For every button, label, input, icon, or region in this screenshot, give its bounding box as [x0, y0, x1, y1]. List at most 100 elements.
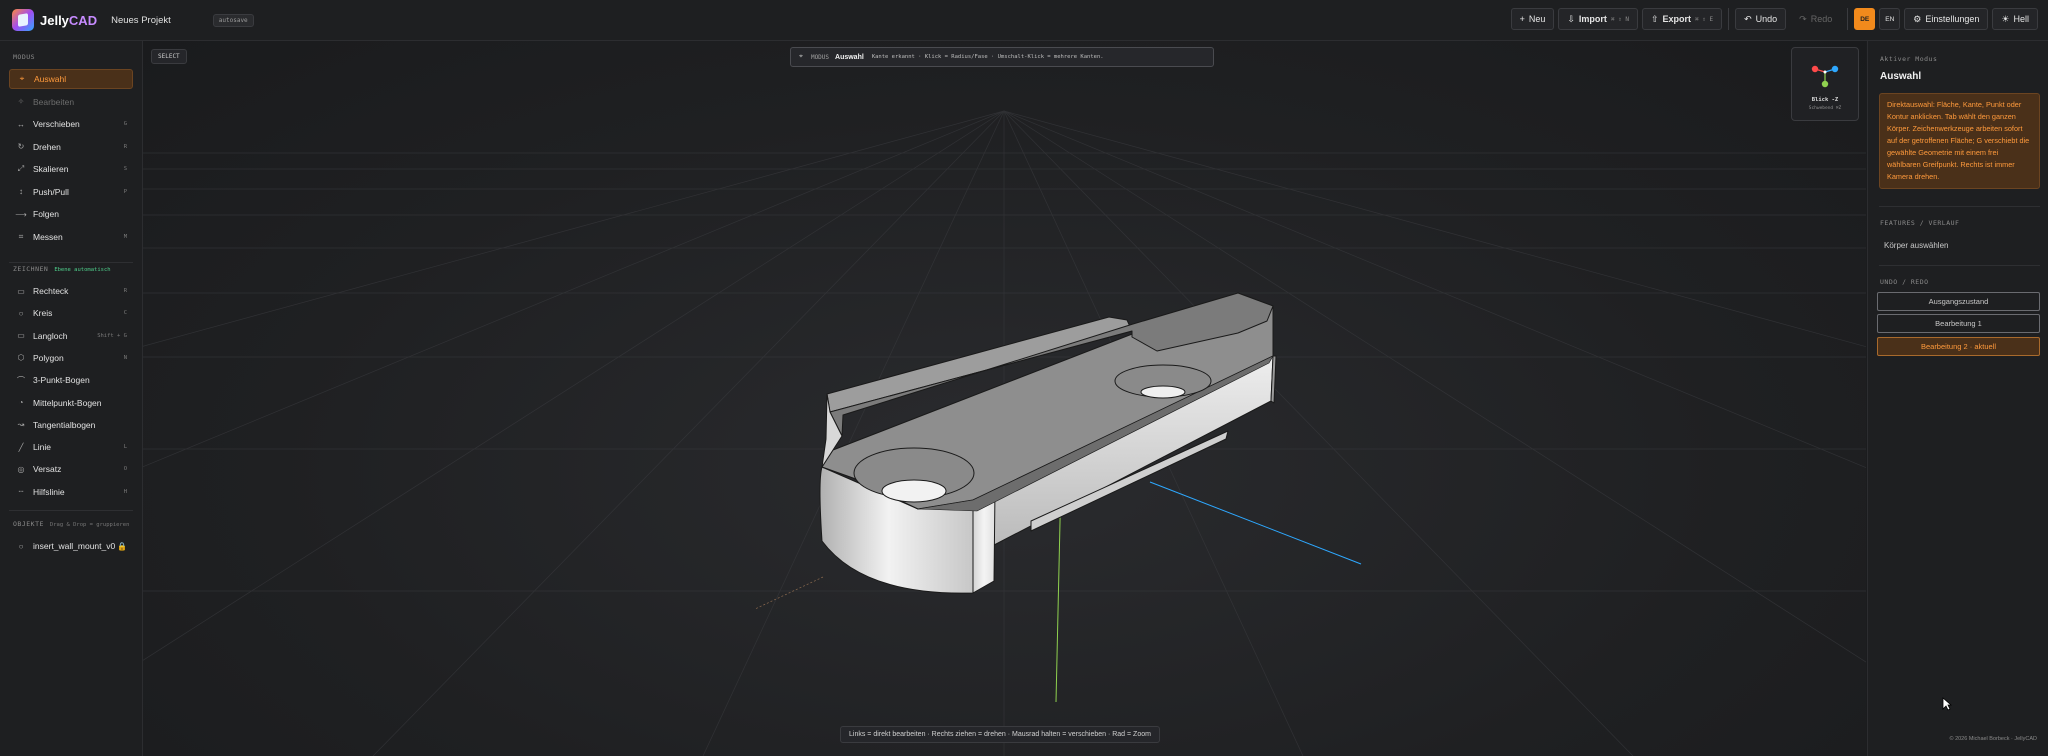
app-name: JellyCAD	[40, 12, 98, 28]
object-icon: ○	[18, 541, 24, 551]
autosave-badge: autosave	[212, 13, 254, 27]
shortcut-key: S	[123, 166, 127, 172]
draw-tool-langloch[interactable]: ▭ Langloch Shift + G	[9, 326, 133, 346]
mode-label: Messen	[33, 231, 63, 242]
objects-section-hint: Drag & Drop = gruppieren	[49, 522, 130, 528]
mode-folgen[interactable]: ⟶ Folgen	[9, 204, 133, 224]
draw-tool-versatz[interactable]: ◎ Versatz O	[9, 459, 133, 479]
sidebar-divider	[9, 510, 133, 511]
draw-tool-mittelpunkt-bogen[interactable]: ◔ Mittelpunkt-Bogen	[9, 393, 133, 413]
toolbar-separator	[1847, 8, 1849, 30]
history-item[interactable]: Ausgangszustand	[1877, 292, 2040, 311]
mode-auswahl[interactable]: ⌖ Auswahl	[9, 69, 133, 89]
mode-skalieren[interactable]: ⤢ Skalieren S	[9, 159, 133, 179]
jellycad-logo-icon	[12, 9, 34, 31]
features-label: FEATURES / VERLAUF	[1880, 219, 1960, 227]
panel-divider	[1879, 206, 2040, 207]
object-label: insert_wall_mount_v0	[33, 541, 116, 551]
z-axis-line	[1149, 481, 1362, 565]
mode-label: Bearbeiten	[33, 96, 75, 107]
mode-messen[interactable]: ⌗ Messen M	[9, 227, 133, 247]
guide-line-icon: ┄	[18, 487, 24, 497]
undo-icon: ↶	[1744, 13, 1752, 24]
lang-de-button[interactable]: DE	[1854, 8, 1876, 30]
view-cube[interactable]: Blick -Z Schwebend ⌘Z	[1791, 47, 1859, 121]
shortcut-key: N	[123, 354, 127, 361]
edit-icon: ✧	[17, 97, 25, 106]
draw-tool-polygon[interactable]: ⬡ Polygon N	[9, 348, 133, 368]
scale-icon: ⤢	[17, 164, 25, 173]
history-label: UNDO / REDO	[1880, 278, 1929, 286]
new-button[interactable]: + Neu	[1510, 8, 1555, 30]
draw-tool-linie[interactable]: ╱ Linie L	[9, 437, 133, 457]
lang-en-button[interactable]: EN	[1879, 8, 1901, 30]
offset-icon: ◎	[17, 464, 25, 474]
draw-section-title: ZEICHNEN Ebene automatisch	[13, 265, 111, 273]
theme-toggle-button[interactable]: ☀ Hell	[1992, 8, 2038, 30]
mode-push-pull[interactable]: ↕ Push/Pull P	[9, 182, 133, 202]
features-empty-text: Körper auswählen	[1884, 241, 1949, 250]
arc-3point-icon: ⌒	[17, 375, 25, 385]
mode-label: Auswahl	[34, 74, 67, 84]
draw-tool-label: Linie	[33, 442, 51, 453]
follow-icon: ⟶	[15, 209, 27, 219]
redo-button[interactable]: ↷ Redo	[1790, 8, 1841, 30]
pointer-icon: ⌖	[19, 74, 25, 83]
circle-icon: ○	[18, 308, 24, 318]
draw-tool-tangentialbogen[interactable]: ↝ Tangentialbogen	[9, 415, 133, 435]
undo-button[interactable]: ↶ Undo	[1735, 8, 1787, 30]
app-logo[interactable]: JellyCAD	[12, 9, 97, 31]
3d-viewport[interactable]: SELECT ⌖ MODUS Auswahl Kante erkannt · K…	[143, 41, 1866, 756]
shortcut-key: G	[123, 121, 127, 127]
draw-section-hint: Ebene automatisch	[54, 267, 111, 273]
slot-icon: ▭	[17, 331, 25, 341]
redo-icon: ↷	[1799, 13, 1807, 24]
x-axis-line	[754, 576, 824, 610]
selection-mode-tag: SELECT	[151, 49, 187, 64]
draw-tool-label: Langloch	[33, 330, 68, 341]
arc-tangent-icon: ↝	[17, 420, 25, 430]
view-sublabel: Schwebend ⌘Z	[1808, 106, 1842, 111]
history-item-current[interactable]: Bearbeitung 2 · aktuell	[1877, 337, 2040, 356]
orientation-gizmo-icon[interactable]	[1792, 48, 1858, 96]
shortcut-key: R	[123, 143, 127, 150]
hint-text: Kante erkannt · Klick = Radius/Fase · Um…	[871, 54, 1104, 60]
draw-tool-rechteck[interactable]: ▭ Rechteck R	[9, 281, 133, 301]
view-label: Blick -Z	[1811, 97, 1839, 103]
part-model	[819, 292, 1277, 594]
lock-icon[interactable]: 🔒	[117, 542, 127, 551]
mode-label: Push/Pull	[33, 186, 69, 197]
draw-tool-label: Rechteck	[33, 286, 69, 296]
mode-verschieben[interactable]: ↔ Verschieben G	[9, 114, 133, 134]
shortcut-key: H	[123, 488, 127, 495]
mode-bearbeiten[interactable]: ✧ Bearbeiten	[9, 92, 133, 112]
settings-button[interactable]: ⚙ Einstellungen	[1904, 8, 1989, 30]
draw-tool-hilfslinie[interactable]: ┄ Hilfslinie H	[9, 482, 133, 502]
gear-icon: ⚙	[1913, 13, 1922, 24]
active-mode-title: Auswahl	[1880, 71, 1922, 82]
sun-icon: ☀	[2001, 13, 2010, 24]
object-item[interactable]: ○ insert_wall_mount_v0 🔒	[9, 536, 133, 556]
draw-tool-kreis[interactable]: ○ Kreis C	[9, 303, 133, 323]
draw-tool-3-punkt-bogen[interactable]: ⌒ 3-Punkt-Bogen	[9, 370, 133, 390]
shortcut-key: C	[123, 310, 127, 317]
scene-canvas[interactable]	[143, 41, 1866, 756]
import-button[interactable]: ⇩ Import ⌘ ⇧ N	[1558, 8, 1638, 30]
export-button[interactable]: ⇧ Export ⌘ ⇧ E	[1641, 8, 1723, 30]
right-panel: Aktiver Modus Auswahl Direktauswahl: Flä…	[1867, 41, 2048, 756]
history-item[interactable]: Bearbeitung 1	[1877, 314, 2040, 333]
plus-icon: +	[1519, 14, 1525, 24]
shortcut-key: M	[123, 233, 127, 240]
mode-drehen[interactable]: ↻ Drehen R	[9, 137, 133, 157]
pointer-icon: ⌖	[799, 53, 803, 60]
toolbar-separator	[1728, 8, 1730, 30]
mode-hint-bar: ⌖ MODUS Auswahl Kante erkannt · Klick = …	[790, 47, 1214, 67]
draw-tool-label: Hilfslinie	[33, 486, 65, 497]
project-name[interactable]: Neues Projekt	[111, 15, 171, 26]
draw-tool-label: Tangentialbogen	[33, 419, 96, 430]
top-bar: JellyCAD Neues Projekt autosave + Neu ⇩ Im…	[0, 0, 2048, 41]
arc-center-icon: ◔	[18, 398, 24, 407]
hint-mode-label: MODUS	[810, 53, 830, 61]
measure-icon: ⌗	[18, 231, 24, 241]
objects-section-title: OBJEKTE Drag & Drop = gruppieren	[13, 520, 130, 528]
